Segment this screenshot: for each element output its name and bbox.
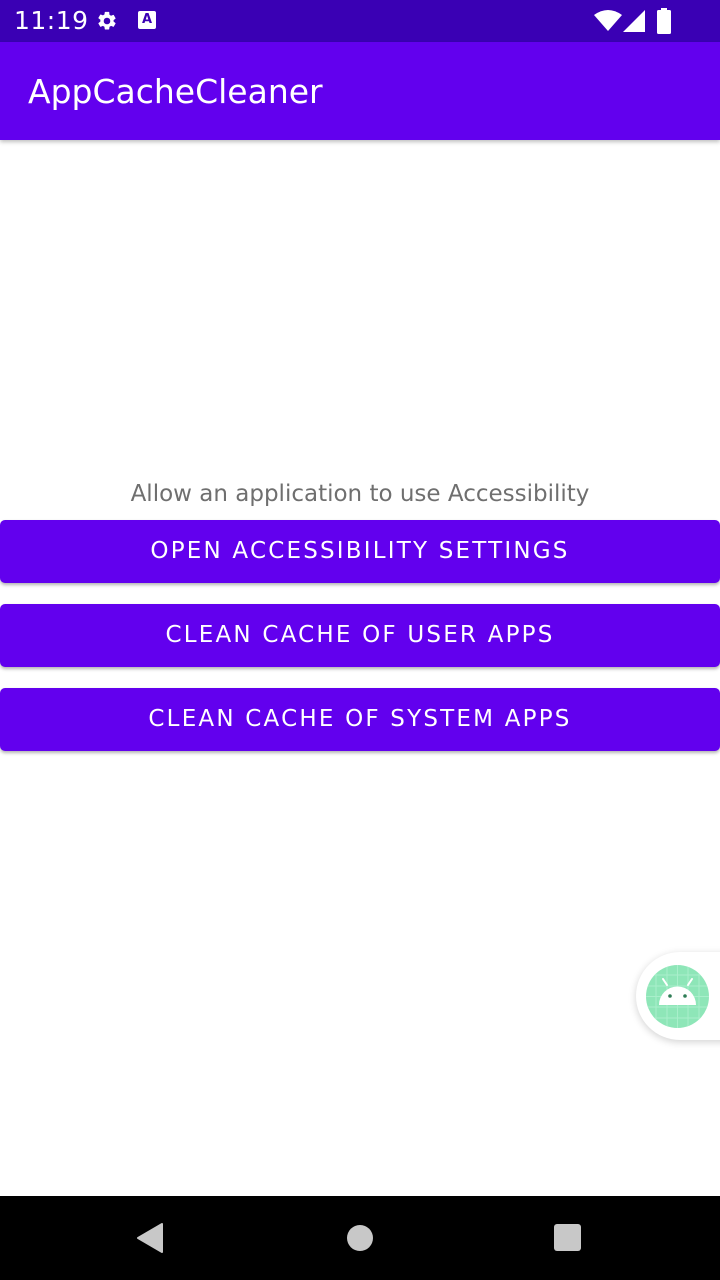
clean-user-apps-cache-button[interactable]: CLEAN CACHE OF USER APPS bbox=[0, 604, 720, 667]
status-bar: 11:19 A bbox=[0, 0, 720, 42]
status-time: 11:19 bbox=[14, 6, 89, 35]
accessibility-a-icon: A bbox=[138, 11, 156, 29]
open-accessibility-settings-button[interactable]: OPEN ACCESSIBILITY SETTINGS bbox=[0, 520, 720, 583]
android-badge[interactable] bbox=[646, 965, 709, 1028]
floating-bubble[interactable] bbox=[636, 952, 720, 1040]
battery-icon bbox=[657, 8, 671, 34]
navigation-bar bbox=[0, 1196, 720, 1280]
gear-icon bbox=[98, 11, 116, 30]
signal-icon bbox=[623, 10, 645, 32]
app-bar: AppCacheCleaner bbox=[0, 42, 720, 140]
app-title: AppCacheCleaner bbox=[28, 72, 323, 111]
back-icon[interactable] bbox=[136, 1222, 164, 1254]
recents-icon[interactable] bbox=[554, 1224, 581, 1251]
wifi-icon bbox=[594, 10, 622, 31]
clean-system-apps-cache-button[interactable]: CLEAN CACHE OF SYSTEM APPS bbox=[0, 688, 720, 751]
home-icon[interactable] bbox=[346, 1224, 374, 1252]
accessibility-hint: Allow an application to use Accessibilit… bbox=[130, 481, 590, 507]
android-icon bbox=[646, 965, 709, 1028]
